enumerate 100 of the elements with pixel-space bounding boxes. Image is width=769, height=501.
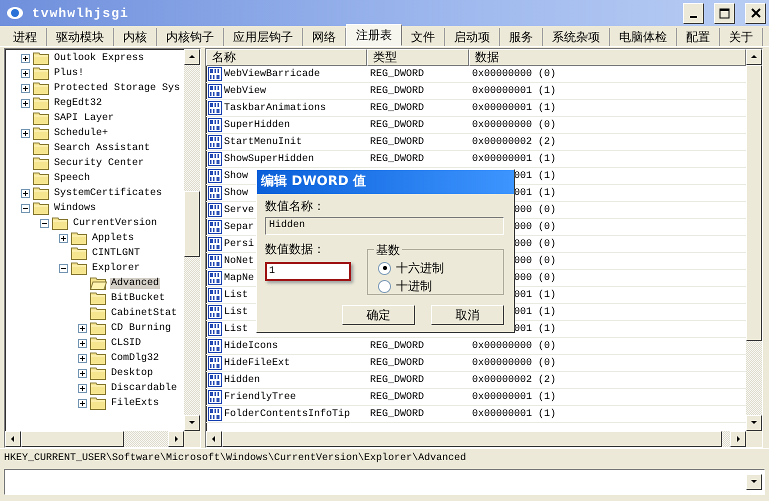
- tab[interactable]: 关于: [720, 28, 763, 46]
- value-data: 000 (0): [514, 272, 556, 284]
- tab[interactable]: 配置: [677, 28, 720, 46]
- tab[interactable]: 内核钩子: [157, 28, 224, 46]
- plus-icon[interactable]: [78, 324, 87, 333]
- tree-item[interactable]: BitBucket: [110, 293, 166, 304]
- plus-icon[interactable]: [21, 69, 30, 78]
- tree-item[interactable]: Discardable: [110, 383, 178, 394]
- close-button[interactable]: [745, 2, 766, 24]
- tree-item[interactable]: Windows: [53, 203, 98, 214]
- value-name: Show: [224, 170, 248, 182]
- folder-icon: [33, 157, 50, 170]
- tab[interactable]: 启动项: [445, 28, 500, 46]
- vertical-scrollbar[interactable]: [746, 49, 762, 431]
- tree-item[interactable]: CLSID: [110, 338, 142, 349]
- column-header[interactable]: 名称: [206, 49, 367, 66]
- tree-item[interactable]: Plus!: [53, 68, 86, 79]
- dialog-button[interactable]: 取消: [431, 305, 504, 325]
- tree-item[interactable]: ComDlg32: [110, 353, 160, 364]
- plus-icon[interactable]: [78, 339, 87, 348]
- tree-item[interactable]: CabinetStat: [110, 308, 178, 319]
- tree-item[interactable]: Advanced: [110, 278, 160, 289]
- value-name: ShowSuperHidden: [224, 154, 314, 164]
- binary-value-icon: [208, 169, 222, 183]
- tree-item[interactable]: Desktop: [110, 368, 154, 379]
- tree-item[interactable]: CD Burning: [110, 323, 172, 334]
- scroll-up-button[interactable]: [184, 49, 200, 65]
- tree-item[interactable]: RegEdt32: [53, 98, 104, 109]
- value-type: REG_DWORD: [370, 68, 424, 80]
- tree-item[interactable]: Search Assistant: [53, 143, 152, 154]
- value-type: REG_DWORD: [370, 358, 424, 368]
- plus-icon[interactable]: [59, 234, 68, 243]
- radio-label[interactable]: 十六进制: [396, 260, 444, 276]
- scroll-left-button[interactable]: [206, 431, 222, 447]
- radio-button[interactable]: [378, 280, 391, 292]
- value-data: 001 (1): [514, 290, 556, 300]
- tree-item[interactable]: SAPI Layer: [53, 113, 116, 124]
- tab[interactable]: 文件: [402, 28, 445, 46]
- binary-value-icon: [208, 67, 222, 81]
- tree-item[interactable]: Applets: [91, 233, 136, 244]
- scroll-right-button[interactable]: [168, 431, 184, 447]
- value-data-field[interactable]: 1: [265, 262, 351, 281]
- dialog-button[interactable]: 确定: [342, 305, 415, 325]
- value-name-field[interactable]: Hidden: [265, 217, 504, 235]
- tab[interactable]: 服务: [500, 28, 543, 46]
- radio-button[interactable]: [378, 262, 391, 274]
- maximize-button[interactable]: [714, 2, 735, 24]
- scroll-left-button[interactable]: [5, 431, 21, 447]
- value-type: REG_DWORD: [370, 408, 424, 420]
- plus-icon[interactable]: [21, 189, 30, 198]
- plus-icon[interactable]: [21, 129, 30, 138]
- scroll-down-button[interactable]: [746, 415, 762, 431]
- binary-value-icon: [208, 305, 222, 319]
- tab[interactable]: 驱动模块: [47, 28, 114, 46]
- tree-item[interactable]: Speech: [53, 173, 92, 184]
- plus-icon[interactable]: [21, 99, 30, 108]
- command-combo-box[interactable]: [4, 469, 765, 495]
- minus-icon[interactable]: [40, 219, 49, 228]
- minus-icon[interactable]: [21, 204, 30, 213]
- dialog-title: 编辑 DWORD 值: [257, 170, 514, 194]
- folder-icon: [90, 307, 107, 320]
- column-header[interactable]: 类型: [367, 49, 469, 66]
- tree-item[interactable]: Schedule+: [53, 128, 110, 139]
- value-name: FriendlyTree: [224, 392, 296, 402]
- tab[interactable]: 内核: [114, 28, 157, 46]
- minus-icon[interactable]: [59, 264, 68, 273]
- scroll-thumb[interactable]: [184, 191, 200, 257]
- tree-item[interactable]: CINTLGNT: [91, 248, 142, 259]
- plus-icon[interactable]: [78, 354, 87, 363]
- minimize-button[interactable]: [683, 2, 704, 24]
- vertical-scrollbar[interactable]: [184, 49, 200, 431]
- horizontal-scrollbar[interactable]: [5, 431, 184, 447]
- scroll-down-button[interactable]: [184, 415, 200, 431]
- tree-item[interactable]: FileExts: [110, 398, 160, 409]
- tree-item[interactable]: CurrentVersion: [72, 218, 158, 229]
- tree-item[interactable]: Protected Storage Sys: [53, 83, 182, 94]
- plus-icon[interactable]: [78, 384, 87, 393]
- plus-icon[interactable]: [21, 54, 30, 63]
- tab[interactable]: 电脑体检: [610, 28, 677, 46]
- tab[interactable]: 注册表: [346, 24, 402, 46]
- tab[interactable]: 应用层钩子: [224, 28, 303, 46]
- tab[interactable]: 进程: [4, 28, 47, 46]
- scroll-thumb[interactable]: [746, 65, 762, 341]
- dropdown-button[interactable]: [746, 474, 762, 490]
- scroll-up-button[interactable]: [746, 49, 762, 65]
- tab[interactable]: 系统杂项: [543, 28, 610, 46]
- column-header[interactable]: 数据: [469, 49, 746, 66]
- tree-item[interactable]: Security Center: [53, 158, 146, 169]
- folder-icon: [71, 262, 88, 275]
- value-name: WebViewBarricade: [224, 68, 320, 80]
- plus-icon[interactable]: [78, 399, 87, 408]
- tree-item[interactable]: SystemCertificates: [53, 188, 164, 199]
- plus-icon[interactable]: [21, 84, 30, 93]
- tree-item[interactable]: Explorer: [91, 263, 142, 274]
- scroll-thumb[interactable]: [21, 431, 124, 447]
- plus-icon[interactable]: [78, 369, 87, 378]
- radio-label[interactable]: 十进制: [396, 278, 432, 294]
- tree-item[interactable]: Outlook Express: [53, 53, 146, 64]
- binary-value-icon: [208, 254, 222, 268]
- scroll-right-button[interactable]: [730, 431, 746, 447]
